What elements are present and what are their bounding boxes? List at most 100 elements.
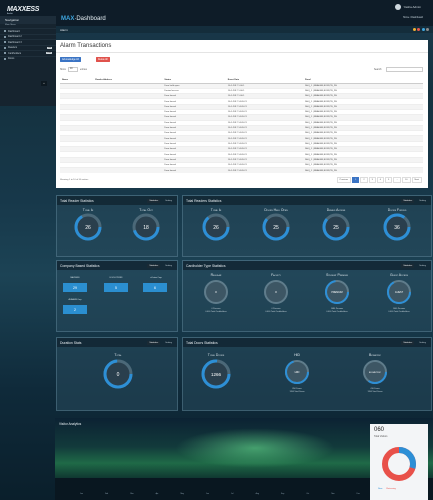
total-readers-stats-panel: Total Readers Statistics Statistics Setti…	[182, 195, 432, 257]
status-dot-icon[interactable]	[417, 28, 420, 31]
panel-title: Total Reader Statistics	[60, 198, 94, 203]
visitor-count: 060	[374, 427, 385, 433]
panel-title: Cardholder Type Statistics	[186, 263, 226, 268]
tab-setting[interactable]: Setting	[417, 264, 428, 268]
tab-statistics[interactable]: Statistics	[401, 198, 415, 203]
status-dot-icon[interactable]	[426, 28, 429, 31]
count-badge: 230	[47, 46, 52, 49]
page-next[interactable]: Next	[411, 177, 422, 183]
panel-title: Alarm Transactions	[56, 40, 428, 53]
tab-statistics[interactable]: Statistics	[147, 263, 161, 268]
gauge-sub: 0.000 Total Cardholders	[388, 310, 410, 313]
app-title-prefix: MAX	[61, 16, 75, 22]
gauge-value: 25	[273, 225, 279, 231]
tab-statistics[interactable]: Statistics	[147, 340, 161, 345]
tab-setting[interactable]: Setting	[417, 199, 428, 203]
tab-statistics[interactable]: Statistics	[401, 340, 415, 345]
company-count[interactable]: 2	[63, 305, 87, 314]
breadcrumb: Alarm	[56, 26, 433, 33]
entries-select[interactable]: 10	[68, 67, 78, 72]
search-input[interactable]	[386, 67, 423, 72]
page-prev[interactable]: Previous	[336, 177, 352, 183]
sidebar-item-label: Doors	[8, 57, 15, 61]
cardholder-faculty: Faculty 0 0 Persons 0.000 Total Cardhold…	[249, 273, 303, 313]
axis-tick: Oct	[306, 493, 310, 495]
count-badge: 1245	[46, 52, 52, 55]
breadcrumb-home[interactable]: Home / Dashboard	[403, 16, 423, 19]
page-number[interactable]: 1	[352, 177, 360, 183]
logo-text: MAXXESS	[7, 6, 40, 13]
page-number[interactable]: 2	[360, 177, 368, 183]
sidebar-item-label: Cardholders	[8, 51, 22, 55]
top-bar: MAXXESS Ambit MAX·Dashboard Yasha Admin	[0, 0, 433, 26]
table-row[interactable]: Door forced 10-1-2017 14:05:21 DHQ_1 | REA…	[60, 167, 423, 174]
company-count[interactable]: 6	[143, 283, 167, 292]
acknowledge-all-button[interactable]: Acknowledge All	[60, 57, 81, 62]
company-count[interactable]: 29	[63, 283, 87, 292]
panel-title: Total Doors Statistics	[186, 340, 218, 345]
gauge-ring: BIOMETRIC	[363, 360, 387, 384]
tab-statistics[interactable]: Statistics	[401, 263, 415, 268]
gauge-denied-access: Denied Access 25	[311, 208, 361, 243]
tab-setting[interactable]: Setting	[417, 341, 428, 345]
gauge-sub: 0.000 Total Cardholders	[265, 310, 287, 313]
gauge-ring: 0	[264, 280, 288, 304]
page-number[interactable]: 3	[368, 177, 376, 183]
panel-title: Total Readers Statistics	[186, 198, 222, 203]
sidebar-toggle-icon[interactable]: «	[41, 81, 47, 86]
gauge-hid-doors: HID HID 850 Doors 1266 Total Doors	[267, 353, 327, 393]
tab-statistics[interactable]: Statistics	[147, 198, 161, 203]
panel-title: Visitor Analytics	[59, 422, 82, 426]
axis-tick: Sep	[281, 493, 285, 495]
legend-entry: Returning	[386, 488, 396, 490]
cardholder-guest-access: Guest Access GUEST 1000 Persons 0.000 To…	[371, 273, 427, 313]
tab-setting[interactable]: Setting	[163, 341, 174, 345]
panel-header: Total Readers Statistics Statistics Setti…	[183, 196, 431, 205]
panel-title: Duration Stats	[60, 340, 82, 345]
status-dot-icon[interactable]	[412, 28, 416, 31]
alarm-transactions-panel: Alarm Transactions Acknowledge All Delet…	[56, 40, 428, 188]
panel-title: Company Based Statistics	[60, 263, 100, 268]
gauge-ring: PREMIUM	[325, 280, 349, 304]
tab-setting[interactable]: Setting	[163, 199, 174, 203]
gauge-ring: HID	[285, 360, 309, 384]
gauge-doors-forced: Doors Forced 36	[371, 208, 423, 243]
tab-setting[interactable]: Setting	[163, 264, 174, 268]
cardholder-student-premium: Student Premium PREMIUM 1086 Persons 0.0…	[309, 273, 365, 313]
axis-tick: Aug	[255, 493, 259, 495]
gauge-value: HID	[295, 370, 300, 374]
gauge-sub: 0.000 Total Cardholders	[205, 310, 227, 313]
dashboard-icon	[4, 41, 6, 44]
axis-tick: Mar	[130, 493, 134, 495]
gauge-ring: 25	[322, 213, 350, 241]
company-label: AVIBAUM Corp	[68, 299, 82, 301]
panel-header: Company Based Statistics Statistics Setti…	[57, 261, 177, 270]
gauge-ring: 36	[383, 213, 411, 241]
brand-logo[interactable]: MAXXESS Ambit	[7, 6, 39, 15]
entries-label: entries	[80, 69, 87, 71]
month-axis: Jan Feb Mar Apr May Jun Jul Aug Sep Oct Nov Dec	[80, 493, 360, 495]
gauge-sub: 0.000 Total Cardholders	[326, 310, 348, 313]
status-dot-icon[interactable]	[421, 28, 425, 31]
company-count[interactable]: 5	[104, 283, 128, 292]
visitor-summary-card: 060 Total Visitors New Returning	[370, 424, 428, 500]
gauge-value: 25	[333, 225, 339, 231]
gauge-doors-held-open: Doors Held Open 25	[251, 208, 301, 243]
gauge-ring: 18	[132, 213, 160, 241]
gauge-value: 26	[85, 225, 91, 231]
delete-all-button[interactable]: Delete All	[96, 57, 110, 62]
page-number[interactable]: 10	[402, 177, 411, 183]
company-label: E SOLUTIONS	[109, 277, 123, 279]
panel-header: Total Reader Statistics Statistics Settin…	[57, 196, 177, 205]
gauge-ring: GUEST	[387, 280, 411, 304]
sidebar-item-doors[interactable]: Doors	[0, 55, 56, 62]
gauge-ring: 25	[262, 213, 290, 241]
page-number[interactable]: 5	[385, 177, 393, 183]
page-number[interactable]: 4	[376, 177, 385, 183]
dashboard-icon	[4, 30, 6, 33]
user-menu[interactable]: Yasha Admin	[394, 4, 421, 10]
gauge-biometric-doors: Biometric BIOMETRIC 416 Doors 1266 Total…	[345, 353, 405, 393]
visitor-analytics-panel: Visitor Analytics Jan Feb Mar Apr May Jun Jul A…	[55, 418, 433, 500]
sidebar: Navigation Main Menu Dashboard Dashboard…	[0, 16, 56, 106]
gauge-total-in: Total In 26	[62, 208, 114, 243]
